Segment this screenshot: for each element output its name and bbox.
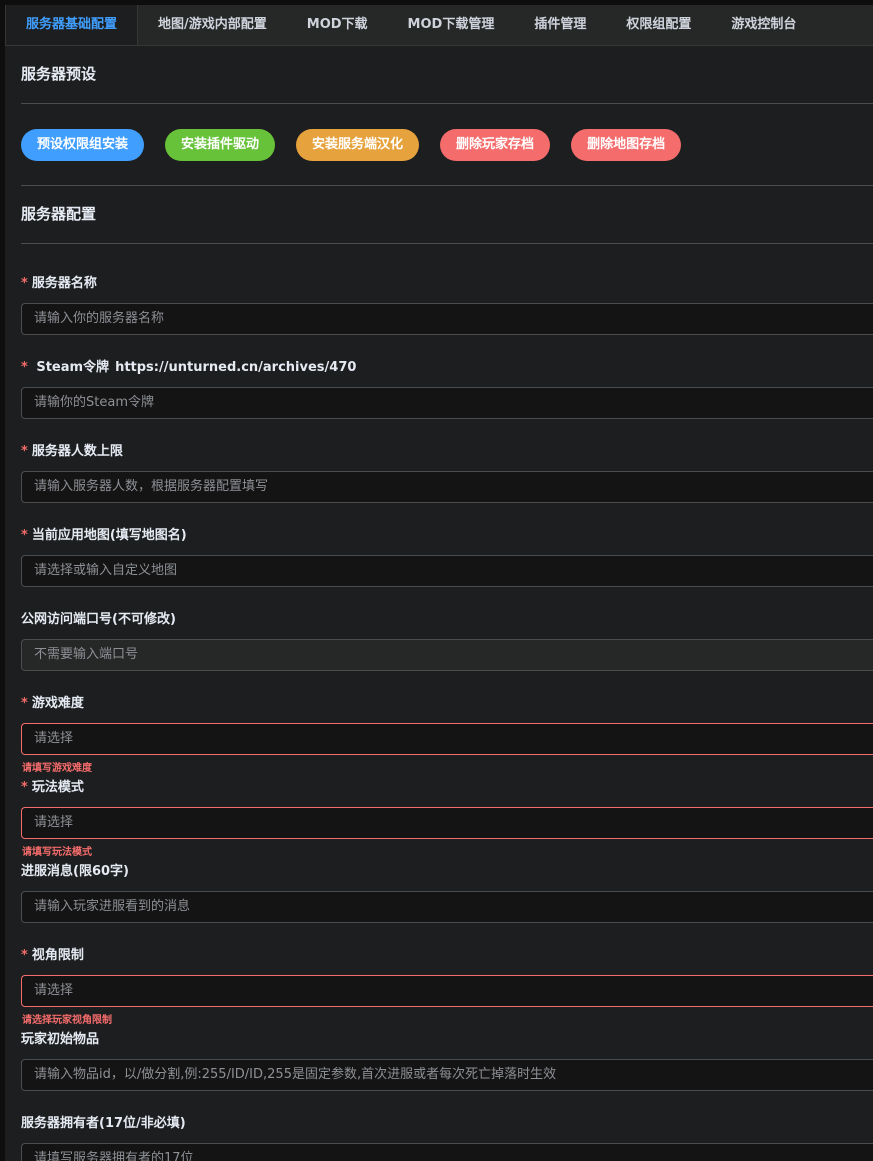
field-label: * 游戏难度 xyxy=(21,693,873,715)
app-window: 服务器基础配置 地图/游戏内部配置 MOD下载 MOD下载管理 插件管理 权限组… xyxy=(0,0,873,1161)
max-players-input[interactable]: 请输入服务器人数，根据服务器配置填写 xyxy=(21,471,873,503)
required-asterisk: * xyxy=(21,276,28,291)
field-public-port: 公网访问端口号(不可修改) 不需要输入端口号 xyxy=(21,609,873,689)
field-label: 服务器拥有者(17位/非必填) xyxy=(21,1113,873,1135)
current-map-input[interactable]: 请选择或输入自定义地图 xyxy=(21,555,873,587)
server-config-form: * 服务器名称 请输入你的服务器名称 * Steam令牌 https://untur… xyxy=(21,244,873,1161)
perspective-error-message: 请选择玩家视角限制 xyxy=(22,1015,112,1026)
game-mode-error-message: 请填写玩法模式 xyxy=(22,847,92,858)
field-label-text: 视角限制 xyxy=(31,948,84,963)
tab-mod-download[interactable]: MOD下载 xyxy=(287,5,388,45)
field-current-map: * 当前应用地图(填写地图名) 请选择或输入自定义地图 xyxy=(21,525,873,605)
server-owner-input[interactable]: 请填写服务器拥有者的17位 xyxy=(21,1143,873,1161)
game-mode-select[interactable]: 请选择 xyxy=(21,807,873,839)
field-label: * 服务器人数上限 xyxy=(21,441,873,463)
field-label: * Steam令牌 https://unturned.cn/archives/47… xyxy=(21,357,873,379)
install-plugin-driver-button[interactable]: 安装插件驱动 xyxy=(165,128,276,161)
difficulty-error-message: 请填写游戏难度 xyxy=(22,763,92,774)
field-perspective: * 视角限制 请选择 请选择玩家视角限制 xyxy=(21,945,873,1026)
perspective-select[interactable]: 请选择 xyxy=(21,975,873,1007)
field-label: * 视角限制 xyxy=(21,945,873,967)
field-label: 进服消息(限60字) xyxy=(21,861,873,883)
delete-map-save-button[interactable]: 删除地图存档 xyxy=(571,128,682,161)
public-port-input: 不需要输入端口号 xyxy=(21,639,873,671)
field-max-players: * 服务器人数上限 请输入服务器人数，根据服务器配置填写 xyxy=(21,441,873,521)
difficulty-select[interactable]: 请选择 xyxy=(21,723,873,755)
field-label-text: 游戏难度 xyxy=(31,696,84,711)
field-label-text: Steam令牌 xyxy=(36,360,110,375)
main-content: 服务器预设 预设权限组安装 安装插件驱动 安装服务端汉化 删除玩家存档 删除地图… xyxy=(5,46,873,1161)
field-label-text: 玩家初始物品 xyxy=(21,1032,100,1047)
required-asterisk: * xyxy=(21,780,28,795)
field-label: 玩家初始物品 xyxy=(21,1029,873,1051)
required-asterisk: * xyxy=(21,444,28,459)
steam-token-help-link[interactable]: https://unturned.cn/archives/470 xyxy=(115,360,356,375)
field-label-text: 进服消息(限60字) xyxy=(21,864,129,879)
field-label: 公网访问端口号(不可修改) xyxy=(21,609,873,631)
field-label-text: 公网访问端口号(不可修改) xyxy=(21,612,176,627)
field-label: * 玩法模式 xyxy=(21,777,873,799)
required-asterisk: * xyxy=(21,528,28,543)
tab-server-basic-config[interactable]: 服务器基础配置 xyxy=(5,5,139,45)
initial-items-input[interactable]: 请输入物品id，以/做分割,例:255/ID/ID,255是固定参数,首次进服或… xyxy=(21,1059,873,1091)
tab-bar: 服务器基础配置 地图/游戏内部配置 MOD下载 MOD下载管理 插件管理 权限组… xyxy=(5,5,873,46)
field-label-text: 玩法模式 xyxy=(31,780,84,795)
field-label-text: 服务器人数上限 xyxy=(31,444,123,459)
tab-permission-group[interactable]: 权限组配置 xyxy=(606,5,711,45)
field-game-mode: * 玩法模式 请选择 请填写玩法模式 xyxy=(21,777,873,858)
config-title: 服务器配置 xyxy=(21,205,97,223)
field-label: * 当前应用地图(填写地图名) xyxy=(21,525,873,547)
server-name-input[interactable]: 请输入你的服务器名称 xyxy=(21,303,873,335)
required-asterisk: * xyxy=(21,696,28,711)
field-difficulty: * 游戏难度 请选择 请填写游戏难度 xyxy=(21,693,873,774)
field-server-owner: 服务器拥有者(17位/非必填) 请填写服务器拥有者的17位 xyxy=(21,1113,873,1161)
field-steam-token: * Steam令牌 https://unturned.cn/archives/47… xyxy=(21,357,873,437)
tab-mod-download-manage[interactable]: MOD下载管理 xyxy=(388,5,515,45)
preset-button-row: 预设权限组安装 安装插件驱动 安装服务端汉化 删除玩家存档 删除地图存档 xyxy=(21,104,873,185)
tab-map-game-config[interactable]: 地图/游戏内部配置 xyxy=(138,5,287,45)
field-label-text: 当前应用地图(填写地图名) xyxy=(31,528,187,543)
tab-plugin-manage[interactable]: 插件管理 xyxy=(514,5,606,45)
required-asterisk: * xyxy=(21,360,28,375)
install-preset-permission-button[interactable]: 预设权限组安装 xyxy=(21,128,145,161)
field-server-name: * 服务器名称 请输入你的服务器名称 xyxy=(21,273,873,353)
install-server-localization-button[interactable]: 安装服务端汉化 xyxy=(296,128,420,161)
field-label: * 服务器名称 xyxy=(21,273,873,295)
field-label-text: 服务器拥有者(17位/非必填) xyxy=(21,1116,186,1131)
welcome-message-input[interactable]: 请输入玩家进服看到的消息 xyxy=(21,891,873,923)
field-label-text: 服务器名称 xyxy=(31,276,97,291)
delete-player-save-button[interactable]: 删除玩家存档 xyxy=(440,128,551,161)
presets-title: 服务器预设 xyxy=(21,65,97,83)
required-asterisk: * xyxy=(21,948,28,963)
steam-token-input[interactable]: 请输你的Steam令牌 xyxy=(21,387,873,419)
field-welcome-message: 进服消息(限60字) 请输入玩家进服看到的消息 xyxy=(21,861,873,941)
field-initial-items: 玩家初始物品 请输入物品id，以/做分割,例:255/ID/ID,255是固定参… xyxy=(21,1029,873,1109)
tab-game-console[interactable]: 游戏控制台 xyxy=(711,5,816,45)
